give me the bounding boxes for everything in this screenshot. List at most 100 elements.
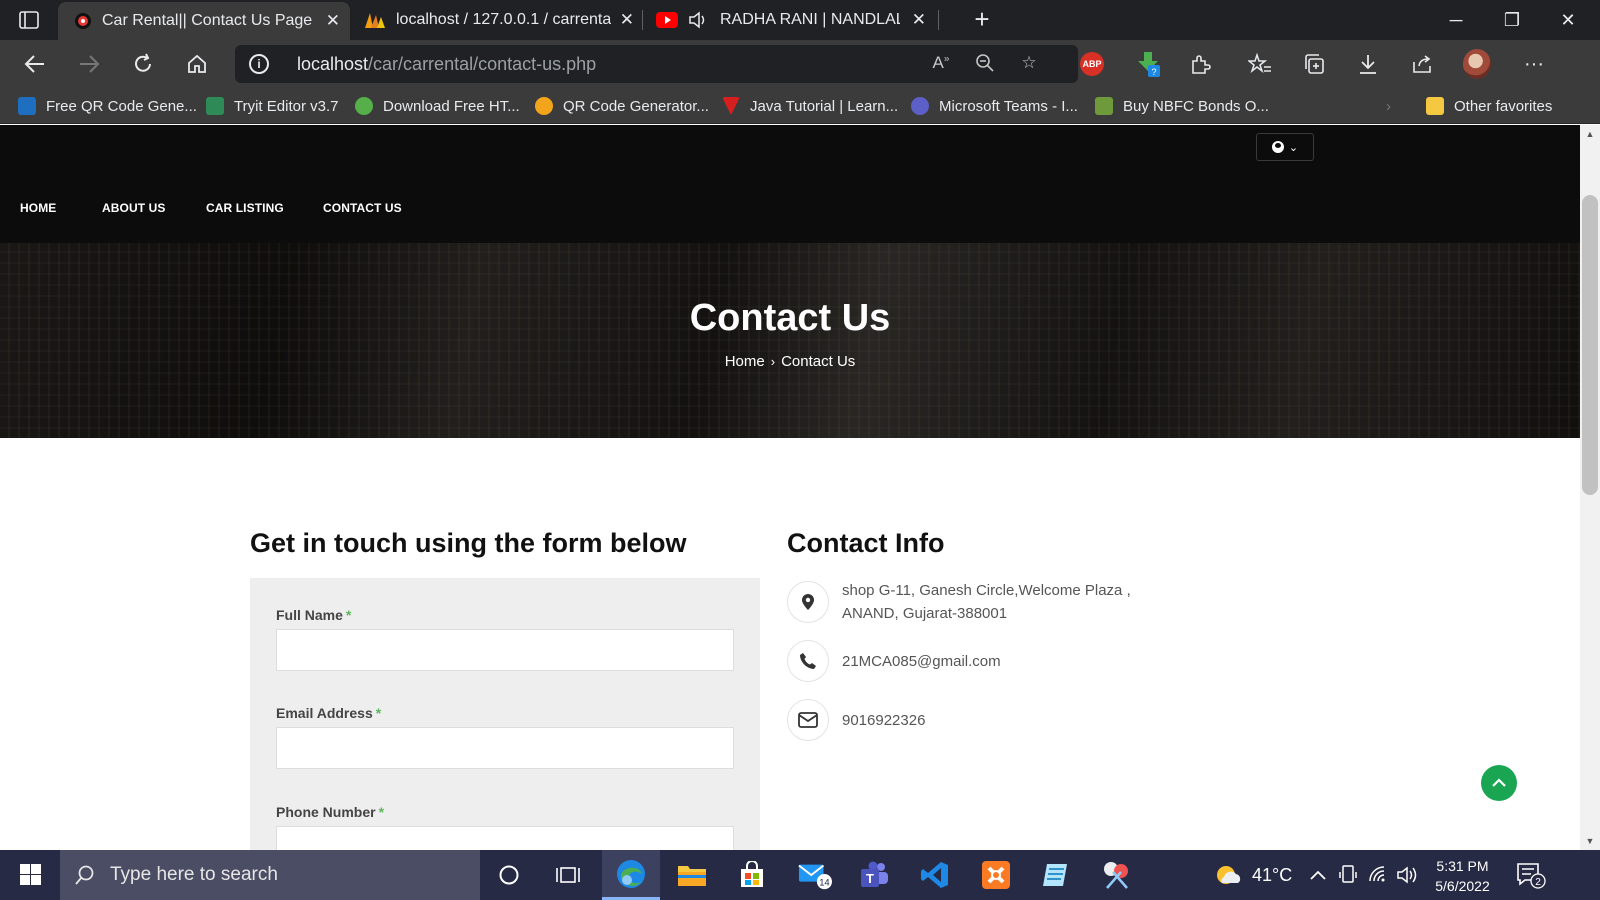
volume-icon[interactable] [1396, 850, 1420, 900]
file-explorer-icon[interactable] [675, 859, 709, 891]
close-tab-icon[interactable]: ✕ [620, 10, 634, 30]
user-account-button[interactable]: ⌄ [1256, 133, 1314, 161]
cortana-icon[interactable] [492, 859, 526, 891]
windows-start-icon[interactable] [10, 862, 50, 888]
favorite-item[interactable]: Tryit Editor v3.7 [206, 94, 338, 118]
read-aloud-icon[interactable]: A» [929, 53, 953, 75]
weather-sun-icon [1217, 866, 1241, 884]
microsoft-store-icon[interactable] [735, 859, 769, 891]
teams-app-icon[interactable]: T [857, 859, 891, 891]
email-label: Email Address * [276, 705, 382, 721]
tab-actions-icon[interactable] [8, 6, 50, 34]
envelope-icon [787, 699, 829, 741]
device-icon[interactable] [1338, 850, 1358, 900]
new-tab-icon[interactable]: + [966, 4, 998, 36]
show-hidden-icons-icon[interactable] [1308, 850, 1328, 900]
contact-info-heading: Contact Info [787, 528, 945, 558]
nav-contact-us[interactable]: CONTACT US [323, 201, 402, 215]
contact-address: shop G-11, Ganesh Circle,Welcome Plaza ,… [787, 581, 1131, 625]
favorites-icon[interactable] [1246, 50, 1274, 78]
breadcrumb-home[interactable]: Home [725, 353, 765, 370]
close-window-icon[interactable]: ✕ [1540, 0, 1596, 40]
forward-icon[interactable] [72, 48, 106, 80]
collections-icon[interactable] [1300, 50, 1328, 78]
site-info-icon[interactable]: i [249, 54, 269, 74]
taskbar-search[interactable]: Type here to search [60, 850, 480, 900]
wifi-icon[interactable] [1368, 850, 1390, 900]
extensions-icon[interactable] [1186, 50, 1214, 78]
tab-phpmyadmin[interactable]: localhost / 127.0.0.1 / carrental | ✕ [352, 0, 644, 40]
youtube-favicon [656, 12, 678, 28]
url-text[interactable]: localhost/car/carrental/contact-us.php [297, 54, 596, 75]
page-title: Contact Us [689, 297, 891, 339]
speaker-icon[interactable] [688, 11, 710, 29]
weather-widget[interactable]: 41°C [1214, 850, 1292, 900]
breadcrumb-separator-icon: › [770, 354, 776, 369]
close-tab-icon[interactable]: ✕ [912, 10, 926, 30]
qr-code-icon [18, 97, 36, 115]
xampp-icon[interactable] [979, 859, 1013, 891]
home-icon[interactable] [180, 48, 214, 80]
clock-time: 5:31 PM [1436, 858, 1489, 874]
favorite-item[interactable]: Buy NBFC Bonds O... [1095, 94, 1269, 118]
add-favorite-icon[interactable]: ☆ [1017, 53, 1041, 75]
tab-youtube[interactable]: RADHA RANI | NANDLAL CI ✕ [644, 0, 936, 40]
nav-car-listing[interactable]: CAR LISTING [206, 201, 284, 215]
task-view-icon[interactable] [551, 859, 585, 891]
share-icon[interactable] [1408, 50, 1436, 78]
scroll-down-icon[interactable]: ▼ [1580, 834, 1600, 848]
contact-phone: 9016922326 [787, 699, 925, 741]
search-icon [75, 865, 94, 885]
folder-icon [1426, 97, 1444, 115]
tab-car-rental[interactable]: Car Rental|| Contact Us Page ✕ [58, 2, 350, 40]
full-name-input[interactable] [276, 629, 734, 671]
scroll-up-icon[interactable]: ▲ [1580, 127, 1600, 141]
more-menu-icon[interactable]: ··· [1520, 50, 1548, 78]
edge-icon[interactable] [602, 850, 660, 900]
phpmyadmin-favicon [365, 13, 385, 28]
close-tab-icon[interactable]: ✕ [326, 11, 340, 31]
notepad-icon[interactable] [1039, 859, 1073, 891]
favorite-item[interactable]: Free QR Code Gene... [18, 94, 197, 118]
chevron-up-icon [1492, 778, 1506, 787]
snipping-tool-icon[interactable] [1100, 859, 1134, 891]
favorite-item[interactable]: QR Code Generator... [535, 94, 709, 118]
leaf-icon [355, 97, 373, 115]
notifications-icon[interactable]: 2 [1516, 850, 1546, 900]
email-input[interactable] [276, 727, 734, 769]
profile-avatar[interactable] [1463, 49, 1491, 79]
windows-taskbar: Type here to search 14 T 41°C 5:31 PM 5/… [0, 850, 1600, 900]
refresh-icon[interactable] [126, 48, 160, 80]
page-scrollbar[interactable]: ▲ ▼ [1580, 125, 1600, 850]
nav-home[interactable]: HOME [20, 201, 56, 215]
clock-date: 5/6/2022 [1435, 878, 1490, 894]
system-clock[interactable]: 5:31 PM 5/6/2022 [1430, 856, 1495, 896]
page-viewport: ⌄ HOME ABOUT US CAR LISTING CONTACT US C… [0, 125, 1580, 850]
minimize-icon[interactable]: ─ [1428, 0, 1484, 40]
favorites-overflow-icon[interactable]: › [1386, 94, 1391, 118]
address-bar[interactable]: i localhost/car/carrental/contact-us.php… [235, 45, 1078, 83]
map-marker-icon [787, 581, 829, 623]
downloads-icon[interactable] [1354, 50, 1382, 78]
restore-icon[interactable]: ❐ [1484, 0, 1540, 40]
favorite-item[interactable]: Microsoft Teams - I... [911, 94, 1078, 118]
back-to-top-button[interactable] [1481, 765, 1517, 801]
browser-tab-bar: Car Rental|| Contact Us Page ✕ localhost… [0, 0, 1600, 40]
adblock-plus-icon[interactable]: ABP [1078, 50, 1106, 78]
tab-title: RADHA RANI | NANDLAL CI [720, 11, 900, 28]
zoom-icon[interactable] [973, 53, 997, 75]
user-icon [1271, 141, 1284, 153]
favorite-item[interactable]: Java Tutorial | Learn... [722, 94, 898, 118]
favorite-item[interactable]: Download Free HT... [355, 94, 520, 118]
nav-about-us[interactable]: ABOUT US [102, 201, 165, 215]
address-line-1: shop G-11, Ganesh Circle,Welcome Plaza , [842, 582, 1131, 599]
mail-icon[interactable]: 14 [798, 859, 832, 891]
breadcrumb-current: Contact Us [781, 353, 856, 370]
back-icon[interactable] [18, 48, 52, 80]
svg-text:T: T [866, 871, 874, 886]
scrollbar-thumb[interactable] [1582, 195, 1598, 495]
vscode-icon[interactable] [918, 859, 952, 891]
download-helper-icon[interactable]: ? [1134, 50, 1162, 78]
phone-input[interactable] [276, 826, 734, 850]
other-favorites[interactable]: Other favorites [1426, 94, 1552, 118]
